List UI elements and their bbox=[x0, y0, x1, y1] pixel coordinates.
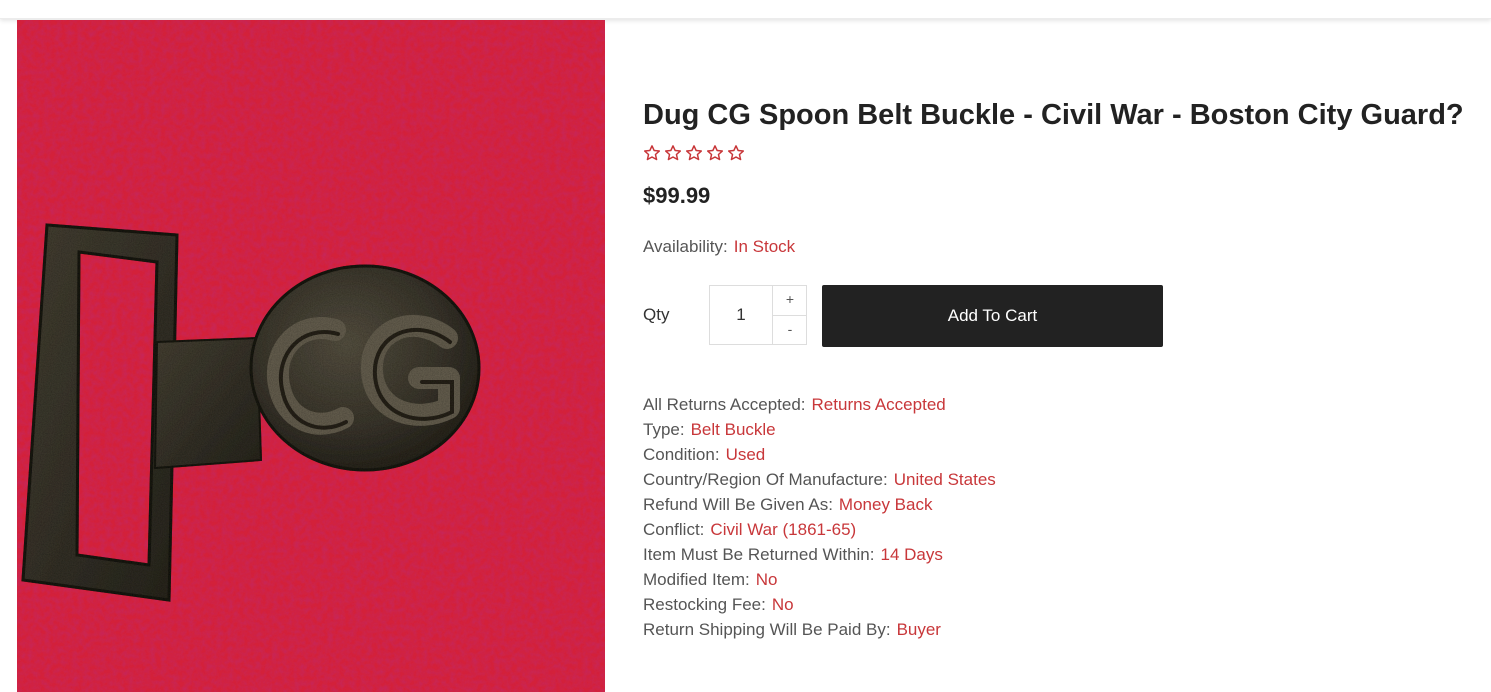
availability-value: In Stock bbox=[733, 237, 796, 256]
spec-value: Money Back bbox=[838, 495, 933, 514]
availability-label: Availability: bbox=[643, 237, 728, 256]
spec-row: Country/Region Of Manufacture: United Sta… bbox=[643, 467, 1343, 492]
product-details: Dug CG Spoon Belt Buckle - Civil War - B… bbox=[643, 96, 1483, 639]
spec-label: Conflict: bbox=[643, 520, 705, 539]
product-price: $99.99 bbox=[643, 183, 711, 208]
spec-row: Type: Belt Buckle bbox=[643, 417, 1343, 442]
top-header-bar bbox=[0, 0, 1491, 19]
qty-step-buttons: + - bbox=[772, 286, 807, 344]
spec-label: Modified Item: bbox=[643, 570, 750, 589]
spec-label: Restocking Fee: bbox=[643, 595, 766, 614]
star-outline-icon bbox=[643, 145, 661, 161]
spec-row: Restocking Fee: No bbox=[643, 592, 1343, 617]
item-specifics: All Returns Accepted: Returns Accepted Ty… bbox=[643, 392, 1343, 642]
spec-row: Return Shipping Will Be Paid By: Buyer bbox=[643, 617, 1343, 642]
spec-value: Used bbox=[725, 445, 766, 464]
spec-label: Condition: bbox=[643, 445, 720, 464]
quantity-stepper: 1 + - bbox=[709, 285, 807, 345]
spec-row: Condition: Used bbox=[643, 442, 1343, 467]
star-outline-icon bbox=[706, 145, 724, 161]
spec-label: Return Shipping Will Be Paid By: bbox=[643, 620, 891, 639]
add-to-cart-button[interactable]: Add To Cart bbox=[822, 285, 1163, 347]
spec-value: No bbox=[771, 595, 794, 614]
spec-row: Refund Will Be Given As: Money Back bbox=[643, 492, 1343, 517]
qty-label: Qty bbox=[643, 305, 670, 324]
product-title: Dug CG Spoon Belt Buckle - Civil War - B… bbox=[643, 99, 1464, 131]
spec-value: Buyer bbox=[896, 620, 941, 639]
star-outline-icon bbox=[685, 145, 703, 161]
spec-label: Item Must Be Returned Within: bbox=[643, 545, 875, 564]
qty-decrement-button[interactable]: - bbox=[773, 316, 807, 345]
spec-row: Item Must Be Returned Within: 14 Days bbox=[643, 542, 1343, 567]
rating-stars[interactable] bbox=[643, 144, 1483, 164]
star-outline-icon bbox=[727, 145, 745, 161]
purchase-row: Qty 1 + - Add To Cart bbox=[643, 285, 1203, 347]
qty-increment-button[interactable]: + bbox=[773, 286, 807, 316]
star-outline-icon bbox=[664, 145, 682, 161]
spec-label: Type: bbox=[643, 420, 685, 439]
spec-value: Returns Accepted bbox=[811, 395, 946, 414]
spec-value: United States bbox=[893, 470, 996, 489]
spec-value: Belt Buckle bbox=[690, 420, 776, 439]
availability: Availability: In Stock bbox=[643, 236, 1483, 258]
spec-value: Civil War (1861-65) bbox=[710, 520, 857, 539]
product-image[interactable] bbox=[17, 20, 605, 692]
spec-value: 14 Days bbox=[880, 545, 943, 564]
spec-value: No bbox=[755, 570, 778, 589]
qty-input[interactable]: 1 bbox=[710, 286, 772, 344]
spec-row: All Returns Accepted: Returns Accepted bbox=[643, 392, 1343, 417]
spec-label: Country/Region Of Manufacture: bbox=[643, 470, 888, 489]
spec-label: Refund Will Be Given As: bbox=[643, 495, 833, 514]
spec-label: All Returns Accepted: bbox=[643, 395, 806, 414]
belt-buckle-photo bbox=[17, 20, 605, 692]
spec-row: Conflict: Civil War (1861-65) bbox=[643, 517, 1343, 542]
spec-row: Modified Item: No bbox=[643, 567, 1343, 592]
